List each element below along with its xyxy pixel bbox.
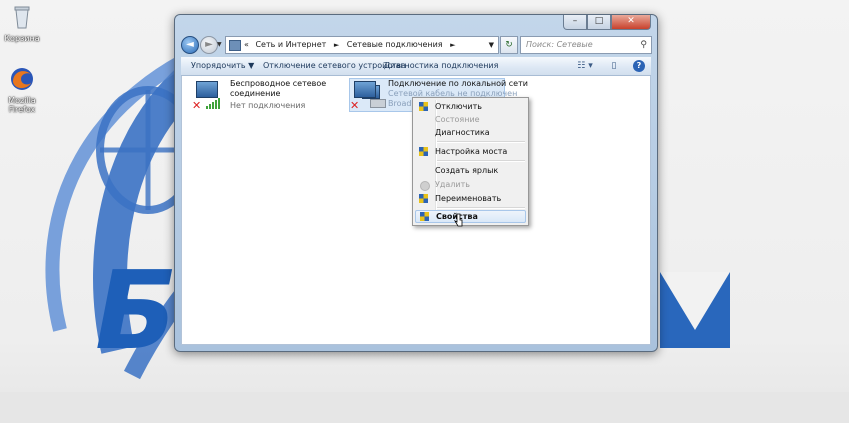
uac-shield-icon: [419, 102, 428, 111]
menu-item-label: Создать ярлык: [435, 166, 499, 175]
uac-shield-disabled-icon: [420, 181, 430, 191]
menu-separator: [437, 160, 525, 162]
desktop-floor: [0, 392, 849, 423]
desktop-icon-label: Mozilla Firefox: [8, 96, 36, 114]
diagnose-connection-button[interactable]: Диагностика подключения: [384, 57, 498, 75]
menu-item-label: Диагностика: [435, 128, 490, 137]
menu-item-rename[interactable]: Переименовать: [415, 192, 526, 205]
navigation-bar: ◄ ► ▼ « ► Сеть и Интернет ► Сетевые подк…: [181, 36, 652, 65]
caption-buttons: – □ ✕: [563, 15, 651, 30]
search-input[interactable]: Поиск: Сетевые подключения ⚲: [520, 36, 652, 65]
menu-item-create-shortcut[interactable]: Создать ярлык: [415, 164, 526, 177]
menu-item-status[interactable]: Состояние: [415, 113, 526, 126]
connection-status: Нет подключения: [230, 101, 306, 110]
desktop-icon-firefox[interactable]: Mozilla Firefox: [0, 66, 44, 114]
connection-wireless[interactable]: ✕ Беспроводное сетевое соединение Нет по…: [192, 79, 326, 113]
command-bar: Упорядочить ▼ Отключение сетевого устрой…: [181, 57, 651, 76]
menu-separator: [437, 141, 525, 143]
desktop-icon-label: Корзина: [4, 34, 40, 43]
network-cable-icon: [370, 99, 386, 108]
address-bar[interactable]: « ► Сеть и Интернет ► Сетевые подключени…: [225, 36, 499, 54]
menu-item-label: Отключить: [435, 102, 482, 111]
connection-name: Беспроводное сетевое соединение: [230, 79, 326, 99]
desktop-icon-recycle-bin[interactable]: Корзина: [0, 4, 44, 43]
back-button[interactable]: ◄: [181, 36, 199, 54]
menu-item-bridge[interactable]: Настройка моста: [415, 145, 526, 158]
monitor-icon: [196, 81, 218, 98]
disconnected-x-icon: ✕: [192, 99, 202, 112]
context-menu: Отключить Состояние Диагностика Настройк…: [412, 97, 529, 226]
uac-shield-icon: [419, 194, 428, 203]
breadcrumb: « ► Сеть и Интернет ► Сетевые подключени…: [244, 37, 461, 53]
menu-item-label: Настройка моста: [435, 147, 508, 156]
connection-name-line1: Беспроводное сетевое: [230, 79, 327, 88]
mouse-pointer-icon: [454, 213, 463, 227]
search-icon[interactable]: ⚲: [640, 37, 647, 53]
menu-item-label: Состояние: [435, 115, 480, 124]
wireless-network-icon: ✕: [192, 81, 226, 111]
address-dropdown[interactable]: ▼: [489, 37, 494, 53]
help-button[interactable]: ?: [633, 60, 645, 72]
disconnected-x-icon: ✕: [350, 99, 360, 112]
organize-menu-button[interactable]: Упорядочить ▼: [191, 57, 254, 75]
change-view-button[interactable]: ☷ ▾: [573, 59, 597, 73]
breadcrumb-overflow[interactable]: «: [244, 40, 249, 49]
uac-shield-icon: [419, 147, 428, 156]
breadcrumb-separator[interactable]: ►: [334, 41, 339, 49]
menu-item-label: Удалить: [435, 180, 470, 189]
minimize-button[interactable]: –: [563, 15, 587, 30]
breadcrumb-network-internet[interactable]: Сеть и Интернет: [255, 40, 326, 49]
breadcrumb-separator[interactable]: ►: [450, 41, 455, 49]
menu-item-properties[interactable]: Свойства: [415, 210, 526, 223]
signal-bars-icon: [206, 98, 220, 109]
close-button[interactable]: ✕: [611, 15, 651, 30]
menu-item-label: Переименовать: [435, 194, 502, 203]
maximize-button[interactable]: □: [587, 15, 611, 30]
recycle-bin-icon: [14, 6, 30, 29]
uac-shield-icon: [420, 212, 429, 221]
menu-item-delete[interactable]: Удалить: [415, 178, 526, 191]
menu-item-diagnose[interactable]: Диагностика: [415, 126, 526, 139]
monitor-icon: [354, 81, 376, 98]
lan-network-icon: ✕: [350, 81, 386, 112]
preview-pane-button[interactable]: ▯: [607, 59, 621, 73]
recent-pages-dropdown[interactable]: ▼: [217, 41, 222, 48]
connection-name: Подключение по локальной сети: [388, 79, 528, 88]
menu-separator: [437, 207, 525, 209]
refresh-button[interactable]: ↻: [500, 36, 518, 54]
menu-item-disable[interactable]: Отключить: [415, 100, 526, 113]
connection-name-line2: соединение: [230, 89, 281, 98]
breadcrumb-network-connections[interactable]: Сетевые подключения: [347, 40, 443, 49]
forward-button[interactable]: ►: [200, 36, 218, 54]
firefox-icon: [11, 68, 33, 90]
control-panel-icon: [229, 40, 241, 51]
